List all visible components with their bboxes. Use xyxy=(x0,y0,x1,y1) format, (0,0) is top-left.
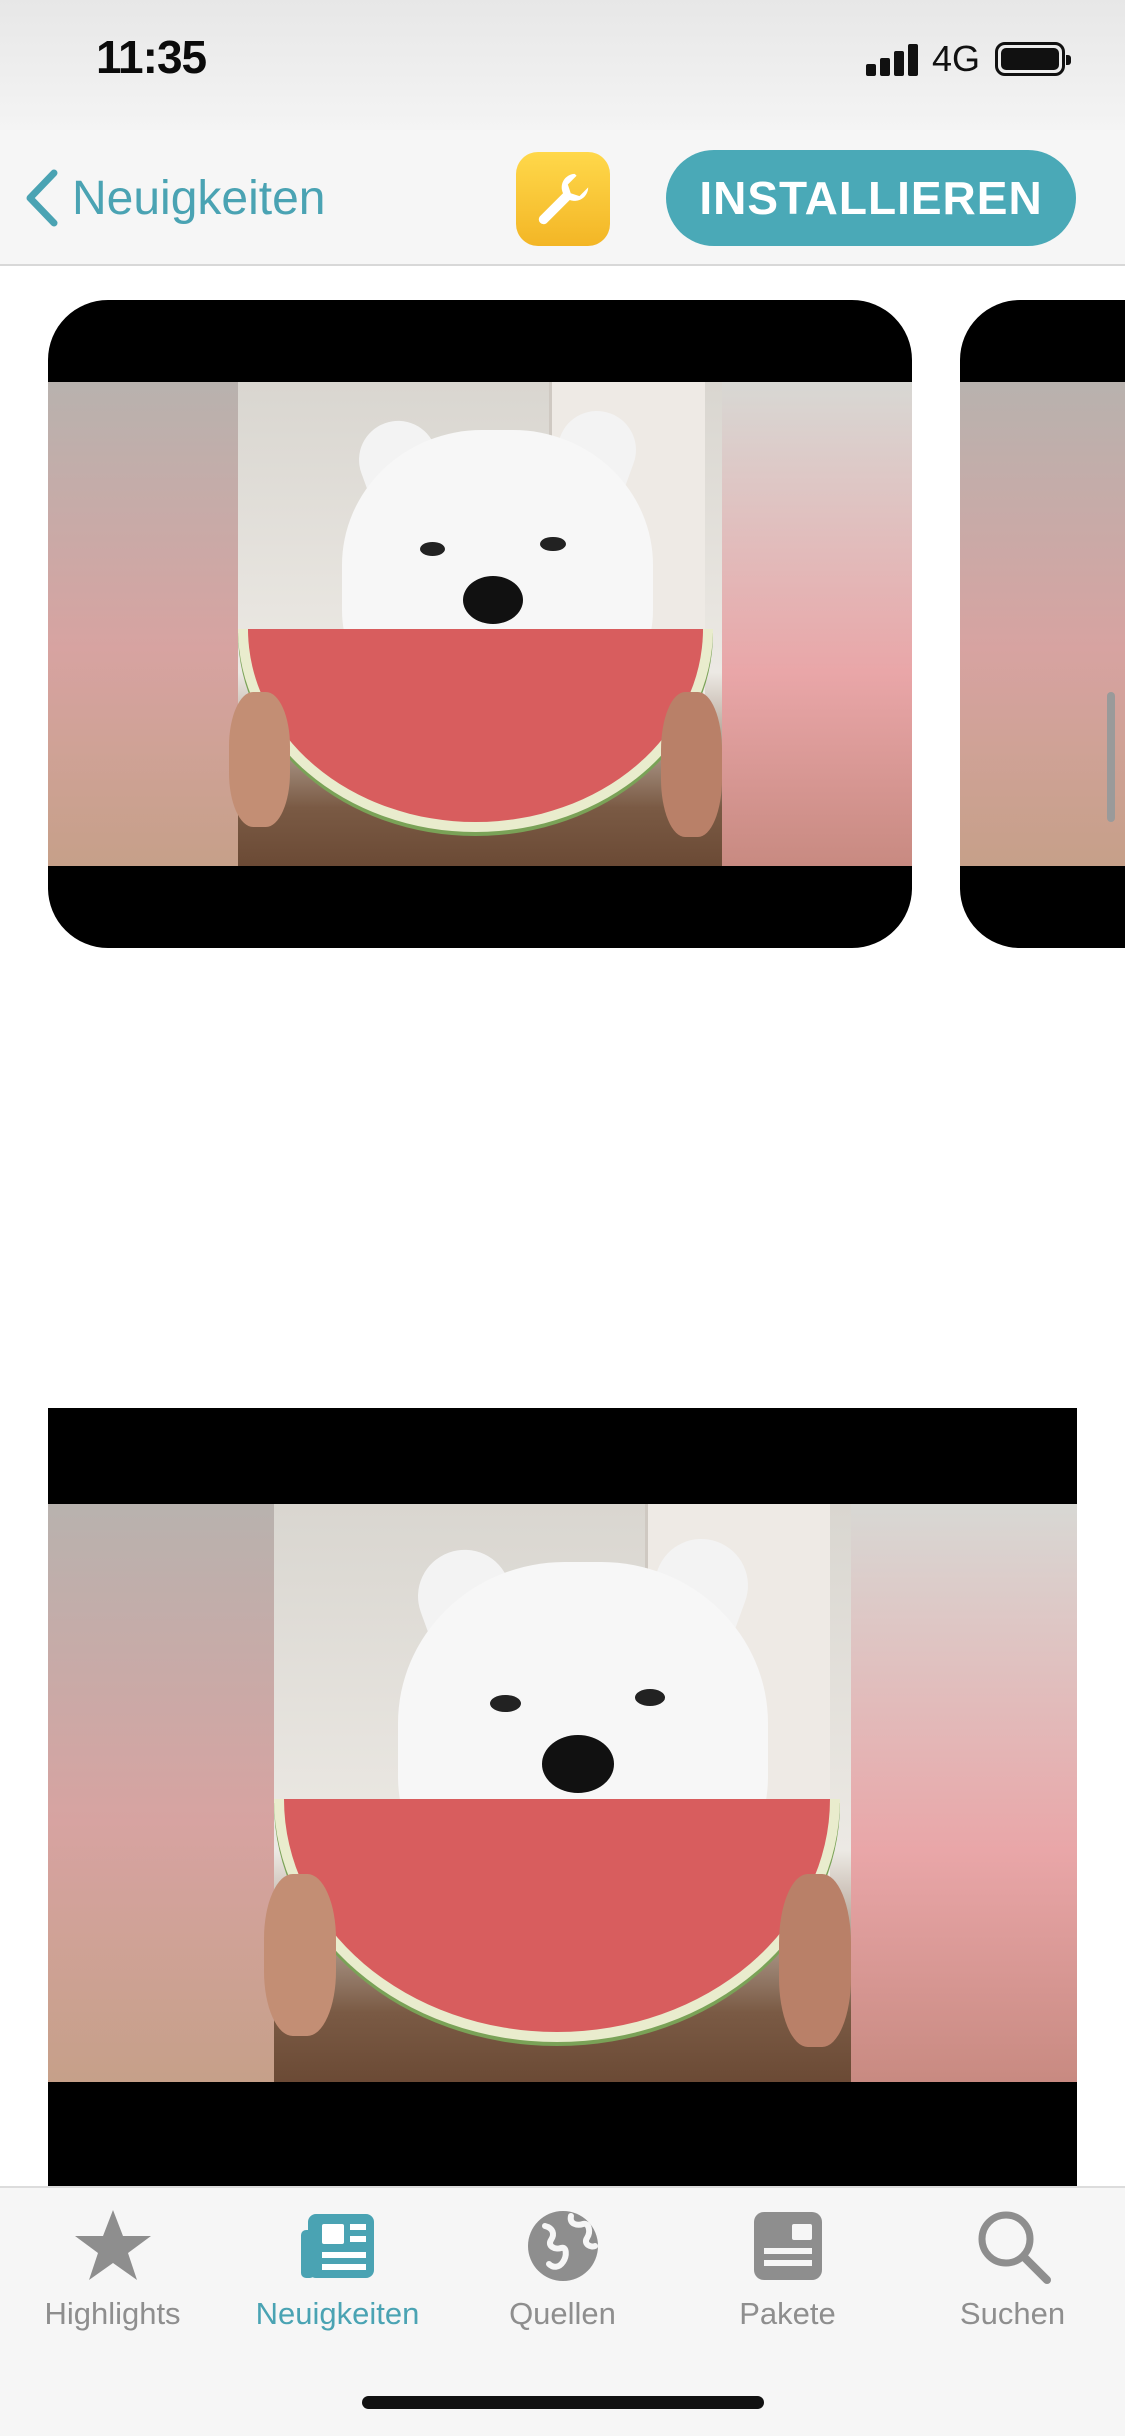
scroll-indicator[interactable] xyxy=(1107,692,1115,822)
chevron-left-icon xyxy=(26,169,58,227)
screenshot-card[interactable] xyxy=(48,300,912,948)
tab-label: Pakete xyxy=(739,2296,836,2331)
back-button[interactable]: Neuigkeiten xyxy=(22,168,326,228)
tab-neuigkeiten[interactable]: Neuigkeiten xyxy=(225,2206,450,2346)
signal-strength-icon xyxy=(866,44,918,76)
navigation-bar: Neuigkeiten INSTALLIEREN xyxy=(0,130,1125,266)
status-time: 11:35 xyxy=(96,31,207,83)
tab-pakete[interactable]: Pakete xyxy=(675,2206,900,2346)
tab-label: Highlights xyxy=(44,2296,181,2331)
large-screenshot[interactable] xyxy=(48,1408,1077,2188)
app-icon xyxy=(516,152,610,246)
wrench-icon xyxy=(538,173,589,225)
tab-label: Neuigkeiten xyxy=(255,2296,420,2331)
package-icon xyxy=(753,2212,822,2280)
tab-highlights[interactable]: Highlights xyxy=(0,2206,225,2346)
tab-label: Suchen xyxy=(959,2296,1066,2331)
screenshot-card[interactable] xyxy=(960,300,1125,948)
battery-icon xyxy=(995,42,1071,76)
tab-suchen[interactable]: Suchen xyxy=(900,2206,1125,2346)
screenshot-image xyxy=(960,382,1125,866)
install-button[interactable]: INSTALLIEREN xyxy=(666,150,1076,246)
home-indicator[interactable] xyxy=(362,2396,764,2409)
screenshot-carousel[interactable] xyxy=(0,266,1125,966)
tab-quellen[interactable]: Quellen xyxy=(450,2206,675,2346)
screenshot-image xyxy=(48,1504,1077,2082)
screenshot-image xyxy=(48,382,912,866)
network-type: 4G xyxy=(932,38,981,79)
back-label: Neuigkeiten xyxy=(72,171,326,225)
globe-icon xyxy=(527,2211,598,2281)
news-icon xyxy=(300,2214,374,2278)
search-icon xyxy=(978,2211,1051,2284)
star-icon xyxy=(74,2210,151,2280)
tab-label: Quellen xyxy=(509,2296,616,2331)
status-bar: 11:35 4G xyxy=(0,0,1125,130)
